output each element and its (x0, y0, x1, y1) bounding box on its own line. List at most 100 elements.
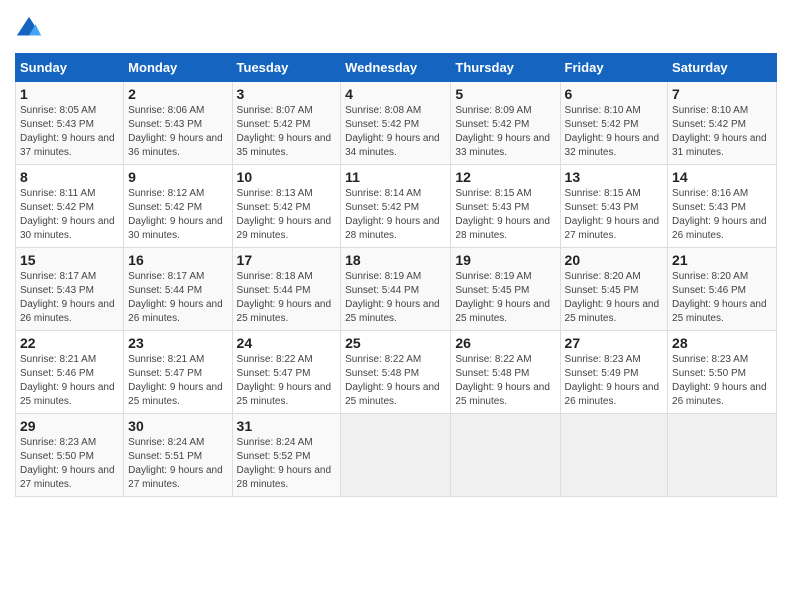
calendar-day-cell (560, 414, 668, 497)
calendar-week-row: 8 Sunrise: 8:11 AM Sunset: 5:42 PM Dayli… (16, 165, 777, 248)
day-number: 11 (345, 169, 446, 185)
day-number: 21 (672, 252, 772, 268)
day-info: Sunrise: 8:21 AM Sunset: 5:46 PM Dayligh… (20, 353, 119, 409)
day-number: 16 (128, 252, 227, 268)
logo-icon (15, 15, 43, 43)
day-number: 24 (237, 335, 337, 351)
day-info: Sunrise: 8:23 AM Sunset: 5:50 PM Dayligh… (20, 436, 119, 492)
calendar-day-cell: 29 Sunrise: 8:23 AM Sunset: 5:50 PM Dayl… (16, 414, 124, 497)
day-number: 14 (672, 169, 772, 185)
day-info: Sunrise: 8:15 AM Sunset: 5:43 PM Dayligh… (455, 187, 555, 243)
day-number: 30 (128, 418, 227, 434)
day-number: 31 (237, 418, 337, 434)
calendar-day-cell: 25 Sunrise: 8:22 AM Sunset: 5:48 PM Dayl… (341, 331, 451, 414)
day-number: 2 (128, 86, 227, 102)
day-number: 15 (20, 252, 119, 268)
day-number: 5 (455, 86, 555, 102)
day-info: Sunrise: 8:08 AM Sunset: 5:42 PM Dayligh… (345, 104, 446, 160)
calendar-day-cell: 15 Sunrise: 8:17 AM Sunset: 5:43 PM Dayl… (16, 248, 124, 331)
calendar-day-cell: 16 Sunrise: 8:17 AM Sunset: 5:44 PM Dayl… (124, 248, 232, 331)
day-number: 1 (20, 86, 119, 102)
calendar-day-cell: 17 Sunrise: 8:18 AM Sunset: 5:44 PM Dayl… (232, 248, 341, 331)
day-info: Sunrise: 8:18 AM Sunset: 5:44 PM Dayligh… (237, 270, 337, 326)
day-number: 13 (565, 169, 664, 185)
day-number: 22 (20, 335, 119, 351)
calendar-day-cell: 12 Sunrise: 8:15 AM Sunset: 5:43 PM Dayl… (451, 165, 560, 248)
calendar-day-cell (451, 414, 560, 497)
day-number: 29 (20, 418, 119, 434)
calendar-day-cell (341, 414, 451, 497)
day-number: 19 (455, 252, 555, 268)
day-number: 3 (237, 86, 337, 102)
day-info: Sunrise: 8:23 AM Sunset: 5:49 PM Dayligh… (565, 353, 664, 409)
day-info: Sunrise: 8:05 AM Sunset: 5:43 PM Dayligh… (20, 104, 119, 160)
calendar-day-cell: 1 Sunrise: 8:05 AM Sunset: 5:43 PM Dayli… (16, 82, 124, 165)
day-number: 18 (345, 252, 446, 268)
weekday-header: Friday (560, 54, 668, 82)
day-number: 8 (20, 169, 119, 185)
day-info: Sunrise: 8:24 AM Sunset: 5:51 PM Dayligh… (128, 436, 227, 492)
calendar-day-cell: 21 Sunrise: 8:20 AM Sunset: 5:46 PM Dayl… (668, 248, 777, 331)
calendar-day-cell: 24 Sunrise: 8:22 AM Sunset: 5:47 PM Dayl… (232, 331, 341, 414)
day-info: Sunrise: 8:10 AM Sunset: 5:42 PM Dayligh… (565, 104, 664, 160)
calendar-day-cell: 27 Sunrise: 8:23 AM Sunset: 5:49 PM Dayl… (560, 331, 668, 414)
weekday-header: Thursday (451, 54, 560, 82)
calendar-week-row: 15 Sunrise: 8:17 AM Sunset: 5:43 PM Dayl… (16, 248, 777, 331)
calendar-day-cell: 20 Sunrise: 8:20 AM Sunset: 5:45 PM Dayl… (560, 248, 668, 331)
calendar-day-cell: 6 Sunrise: 8:10 AM Sunset: 5:42 PM Dayli… (560, 82, 668, 165)
day-number: 23 (128, 335, 227, 351)
day-info: Sunrise: 8:06 AM Sunset: 5:43 PM Dayligh… (128, 104, 227, 160)
calendar-table: SundayMondayTuesdayWednesdayThursdayFrid… (15, 53, 777, 497)
day-number: 27 (565, 335, 664, 351)
calendar-day-cell: 11 Sunrise: 8:14 AM Sunset: 5:42 PM Dayl… (341, 165, 451, 248)
calendar-week-row: 1 Sunrise: 8:05 AM Sunset: 5:43 PM Dayli… (16, 82, 777, 165)
day-info: Sunrise: 8:09 AM Sunset: 5:42 PM Dayligh… (455, 104, 555, 160)
day-number: 26 (455, 335, 555, 351)
weekday-header: Sunday (16, 54, 124, 82)
weekday-header-row: SundayMondayTuesdayWednesdayThursdayFrid… (16, 54, 777, 82)
day-info: Sunrise: 8:20 AM Sunset: 5:46 PM Dayligh… (672, 270, 772, 326)
day-info: Sunrise: 8:19 AM Sunset: 5:45 PM Dayligh… (455, 270, 555, 326)
day-info: Sunrise: 8:15 AM Sunset: 5:43 PM Dayligh… (565, 187, 664, 243)
day-info: Sunrise: 8:07 AM Sunset: 5:42 PM Dayligh… (237, 104, 337, 160)
calendar-day-cell: 23 Sunrise: 8:21 AM Sunset: 5:47 PM Dayl… (124, 331, 232, 414)
weekday-header: Saturday (668, 54, 777, 82)
calendar-day-cell: 2 Sunrise: 8:06 AM Sunset: 5:43 PM Dayli… (124, 82, 232, 165)
day-number: 4 (345, 86, 446, 102)
weekday-header: Tuesday (232, 54, 341, 82)
day-info: Sunrise: 8:10 AM Sunset: 5:42 PM Dayligh… (672, 104, 772, 160)
calendar-day-cell: 19 Sunrise: 8:19 AM Sunset: 5:45 PM Dayl… (451, 248, 560, 331)
calendar-day-cell: 8 Sunrise: 8:11 AM Sunset: 5:42 PM Dayli… (16, 165, 124, 248)
calendar-day-cell: 3 Sunrise: 8:07 AM Sunset: 5:42 PM Dayli… (232, 82, 341, 165)
day-number: 20 (565, 252, 664, 268)
calendar-day-cell: 9 Sunrise: 8:12 AM Sunset: 5:42 PM Dayli… (124, 165, 232, 248)
logo (15, 15, 45, 43)
day-info: Sunrise: 8:13 AM Sunset: 5:42 PM Dayligh… (237, 187, 337, 243)
day-info: Sunrise: 8:22 AM Sunset: 5:48 PM Dayligh… (455, 353, 555, 409)
calendar-day-cell: 13 Sunrise: 8:15 AM Sunset: 5:43 PM Dayl… (560, 165, 668, 248)
day-info: Sunrise: 8:21 AM Sunset: 5:47 PM Dayligh… (128, 353, 227, 409)
calendar-day-cell: 31 Sunrise: 8:24 AM Sunset: 5:52 PM Dayl… (232, 414, 341, 497)
calendar-day-cell (668, 414, 777, 497)
calendar-day-cell: 28 Sunrise: 8:23 AM Sunset: 5:50 PM Dayl… (668, 331, 777, 414)
day-info: Sunrise: 8:22 AM Sunset: 5:47 PM Dayligh… (237, 353, 337, 409)
day-info: Sunrise: 8:17 AM Sunset: 5:43 PM Dayligh… (20, 270, 119, 326)
weekday-header: Wednesday (341, 54, 451, 82)
day-number: 7 (672, 86, 772, 102)
day-info: Sunrise: 8:20 AM Sunset: 5:45 PM Dayligh… (565, 270, 664, 326)
calendar-week-row: 29 Sunrise: 8:23 AM Sunset: 5:50 PM Dayl… (16, 414, 777, 497)
calendar-day-cell: 30 Sunrise: 8:24 AM Sunset: 5:51 PM Dayl… (124, 414, 232, 497)
day-number: 6 (565, 86, 664, 102)
weekday-header: Monday (124, 54, 232, 82)
calendar-day-cell: 5 Sunrise: 8:09 AM Sunset: 5:42 PM Dayli… (451, 82, 560, 165)
day-info: Sunrise: 8:24 AM Sunset: 5:52 PM Dayligh… (237, 436, 337, 492)
day-number: 10 (237, 169, 337, 185)
day-number: 17 (237, 252, 337, 268)
day-info: Sunrise: 8:19 AM Sunset: 5:44 PM Dayligh… (345, 270, 446, 326)
day-number: 28 (672, 335, 772, 351)
calendar-day-cell: 22 Sunrise: 8:21 AM Sunset: 5:46 PM Dayl… (16, 331, 124, 414)
day-info: Sunrise: 8:14 AM Sunset: 5:42 PM Dayligh… (345, 187, 446, 243)
calendar-week-row: 22 Sunrise: 8:21 AM Sunset: 5:46 PM Dayl… (16, 331, 777, 414)
day-info: Sunrise: 8:23 AM Sunset: 5:50 PM Dayligh… (672, 353, 772, 409)
calendar-day-cell: 14 Sunrise: 8:16 AM Sunset: 5:43 PM Dayl… (668, 165, 777, 248)
